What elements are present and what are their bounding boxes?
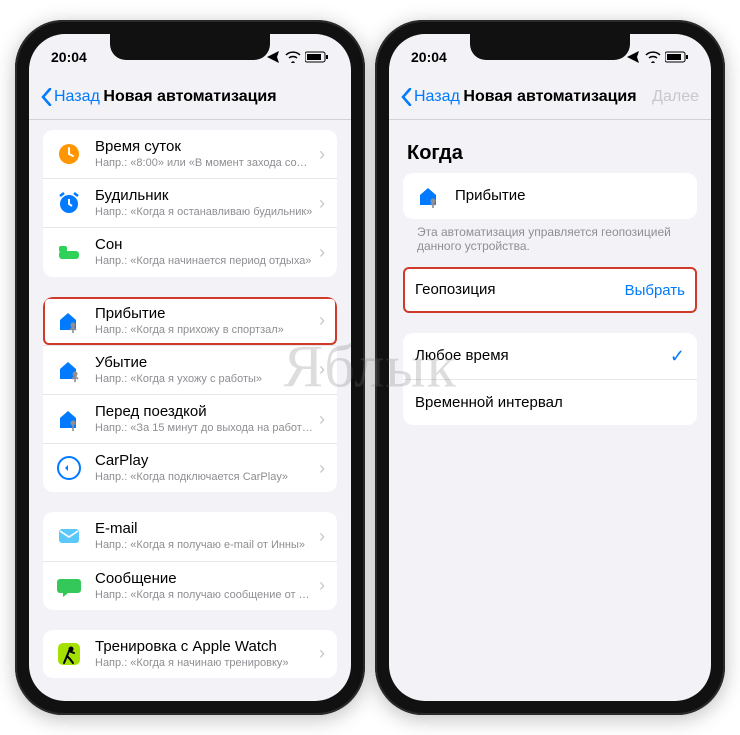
chevron-right-icon: ›: [319, 310, 325, 331]
row-title: E-mail: [95, 520, 313, 538]
chevron-right-icon: ›: [319, 193, 325, 214]
wifi-icon: [285, 51, 301, 63]
time-any-label: Любое время: [415, 347, 670, 365]
status-icons: [267, 51, 329, 63]
arrive-config: Когда Прибытие Эта автоматизация управля…: [389, 120, 711, 701]
status-time: 20:04: [51, 49, 87, 65]
time-any-row[interactable]: Любое время ✓: [403, 333, 697, 379]
row-title: Будильник: [95, 187, 313, 205]
trigger-list[interactable]: Время сутокНапр.: «8:00» или «В момент з…: [29, 120, 351, 701]
row-title: Убытие: [95, 354, 313, 372]
arrive-row: Прибытие: [403, 173, 697, 219]
arrive-label: Прибытие: [455, 187, 685, 205]
status-icons: [627, 51, 689, 63]
row-subtitle: Напр.: «Когда я ухожу с работы»: [95, 373, 313, 386]
row-title: Перед поездкой: [95, 403, 313, 421]
row-subtitle: Напр.: «Когда начинается период отдыха»: [95, 255, 313, 268]
phone-right: 20:04 Назад Новая автоматизация Далее Ко…: [375, 20, 725, 715]
battery-icon: [665, 51, 689, 63]
airplane-icon: [627, 51, 641, 63]
chevron-left-icon: [41, 88, 52, 106]
row-subtitle: Напр.: «Когда я начинаю тренировку»: [95, 657, 313, 670]
notch: [110, 34, 270, 60]
back-label: Назад: [54, 88, 100, 106]
notch: [470, 34, 630, 60]
geo-select-button[interactable]: Выбрать: [625, 282, 685, 299]
message-icon: [55, 572, 83, 600]
phone-left: 20:04 Назад Новая автоматизация Время су…: [15, 20, 365, 715]
chevron-right-icon: ›: [319, 526, 325, 547]
back-label: Назад: [414, 88, 460, 106]
trigger-row-leave[interactable]: УбытиеНапр.: «Когда я ухожу с работы» ›: [43, 345, 337, 394]
row-subtitle: Напр.: «Когда я получаю e-mail от Инны»: [95, 539, 313, 552]
arrive-group: Прибытие: [403, 173, 697, 219]
battery-icon: [305, 51, 329, 63]
trigger-row-message[interactable]: СообщениеНапр.: «Когда я получаю сообщен…: [43, 561, 337, 610]
trigger-group: ПрибытиеНапр.: «Когда я прихожу в спортз…: [43, 297, 337, 493]
time-group: Любое время ✓ Временной интервал: [403, 333, 697, 425]
section-header: Когда: [407, 142, 693, 165]
time-range-label: Временной интервал: [415, 394, 685, 412]
trigger-group: Тренировка с Apple WatchНапр.: «Когда я …: [43, 630, 337, 678]
nav-bar: Назад Новая автоматизация: [29, 74, 351, 120]
airplane-icon: [267, 51, 281, 63]
leave-icon: [55, 356, 83, 384]
geo-row[interactable]: Геопозиция Выбрать: [403, 267, 697, 313]
nav-bar: Назад Новая автоматизация Далее: [389, 74, 711, 120]
trigger-row-mail[interactable]: E-mailНапр.: «Когда я получаю e-mail от …: [43, 512, 337, 560]
trigger-group: Время сутокНапр.: «8:00» или «В момент з…: [43, 130, 337, 277]
row-subtitle: Напр.: «Когда подключается CarPlay»: [95, 471, 313, 484]
chevron-right-icon: ›: [319, 643, 325, 664]
next-button[interactable]: Далее: [652, 88, 699, 106]
geo-label: Геопозиция: [415, 281, 625, 299]
chevron-right-icon: ›: [319, 409, 325, 430]
geo-group: Геопозиция Выбрать: [403, 267, 697, 313]
geo-note: Эта автоматизация управляется геопозицие…: [403, 225, 697, 267]
row-subtitle: Напр.: «Когда я прихожу в спортзал»: [95, 324, 313, 337]
sleep-icon: [55, 238, 83, 266]
mail-icon: [55, 522, 83, 550]
row-title: Тренировка с Apple Watch: [95, 638, 313, 656]
row-title: Сон: [95, 236, 313, 254]
trigger-row-sleep[interactable]: СонНапр.: «Когда начинается период отдых…: [43, 227, 337, 276]
row-subtitle: Напр.: «Когда я останавливаю будильник»: [95, 206, 313, 219]
row-title: CarPlay: [95, 452, 313, 470]
chevron-right-icon: ›: [319, 458, 325, 479]
chevron-right-icon: ›: [319, 575, 325, 596]
trigger-row-workout[interactable]: Тренировка с Apple WatchНапр.: «Когда я …: [43, 630, 337, 678]
trigger-row-carplay[interactable]: CarPlayНапр.: «Когда подключается CarPla…: [43, 443, 337, 492]
trigger-row-arrive[interactable]: ПрибытиеНапр.: «Когда я прихожу в спортз…: [43, 297, 337, 345]
trigger-row-clock[interactable]: Время сутокНапр.: «8:00» или «В момент з…: [43, 130, 337, 178]
trigger-row-travel[interactable]: Перед поездкойНапр.: «За 15 минут до вых…: [43, 394, 337, 443]
checkmark-icon: ✓: [670, 346, 685, 367]
carplay-icon: [55, 454, 83, 482]
status-time: 20:04: [411, 49, 447, 65]
chevron-left-icon: [401, 88, 412, 106]
arrive-icon: [55, 307, 83, 335]
arrive-icon: [415, 182, 443, 210]
wifi-icon: [645, 51, 661, 63]
chevron-right-icon: ›: [319, 359, 325, 380]
travel-icon: [55, 405, 83, 433]
trigger-row-alarm[interactable]: БудильникНапр.: «Когда я останавливаю бу…: [43, 178, 337, 227]
row-subtitle: Напр.: «8:00» или «В момент захода солнц…: [95, 157, 313, 170]
row-title: Прибытие: [95, 305, 313, 323]
chevron-right-icon: ›: [319, 144, 325, 165]
back-button[interactable]: Назад: [401, 88, 460, 106]
alarm-icon: [55, 189, 83, 217]
trigger-group: E-mailНапр.: «Когда я получаю e-mail от …: [43, 512, 337, 609]
row-subtitle: Напр.: «Когда я получаю сообщение от мам…: [95, 589, 313, 602]
row-title: Сообщение: [95, 570, 313, 588]
chevron-right-icon: ›: [319, 242, 325, 263]
back-button[interactable]: Назад: [41, 88, 100, 106]
row-subtitle: Напр.: «За 15 минут до выхода на работу»: [95, 422, 313, 435]
clock-icon: [55, 140, 83, 168]
workout-icon: [55, 640, 83, 668]
time-range-row[interactable]: Временной интервал: [403, 379, 697, 425]
row-title: Время суток: [95, 138, 313, 156]
